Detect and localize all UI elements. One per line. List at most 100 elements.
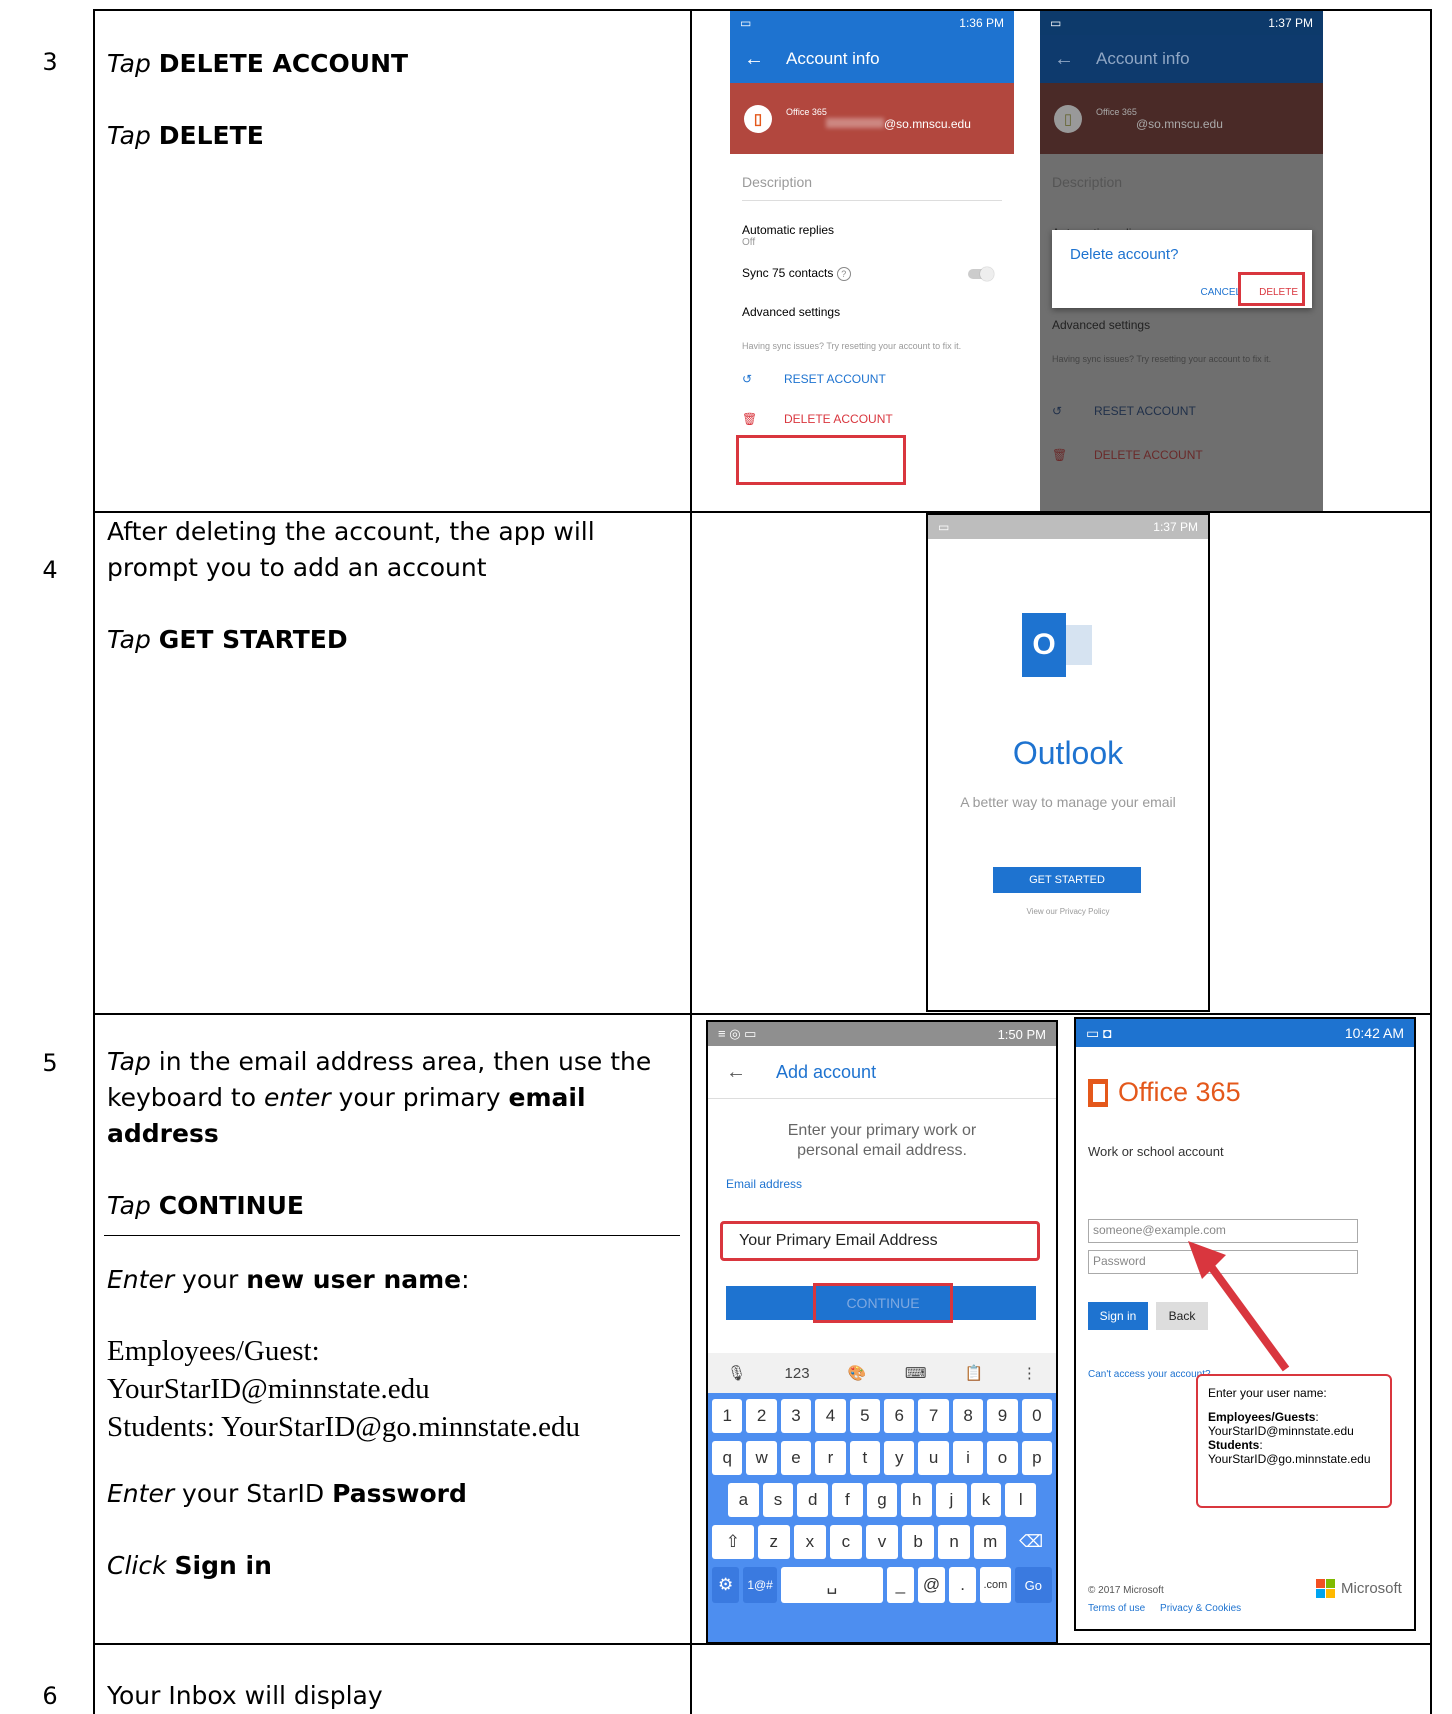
- key[interactable]: p: [1021, 1441, 1053, 1475]
- key[interactable]: 7: [918, 1399, 949, 1433]
- key[interactable]: d: [797, 1483, 829, 1517]
- get-started-button[interactable]: GET STARTED: [993, 867, 1141, 893]
- space-key[interactable]: ␣: [781, 1567, 883, 1603]
- reset-icon: ↺: [742, 372, 753, 386]
- backspace-icon[interactable]: ⌫: [1010, 1525, 1052, 1559]
- keyboard-toolbar: 🎙 123 🎨 ⌨ 📋 ⋮: [708, 1353, 1056, 1393]
- office-logo-icon: ▯: [1054, 104, 1082, 133]
- key[interactable]: g: [866, 1483, 898, 1517]
- key[interactable]: z: [757, 1525, 790, 1559]
- key[interactable]: 2: [746, 1399, 777, 1433]
- table-border-right: [1430, 9, 1432, 1714]
- key[interactable]: 0: [1021, 1399, 1053, 1433]
- palette-icon[interactable]: 🎨: [848, 1364, 867, 1382]
- step-5-credentials: Enter your new user name: Employees/Gues…: [107, 1262, 677, 1584]
- key[interactable]: b: [902, 1525, 935, 1559]
- back-arrow-icon[interactable]: ←: [1054, 48, 1074, 71]
- key[interactable]: v: [865, 1525, 899, 1559]
- key[interactable]: u: [918, 1441, 949, 1475]
- app-bar: ← Add account: [708, 1046, 1056, 1099]
- underscore-key[interactable]: _: [886, 1567, 914, 1603]
- key[interactable]: c: [829, 1525, 862, 1559]
- key[interactable]: w: [746, 1441, 777, 1475]
- delete-account-button: 🗑 DELETE ACCOUNT: [1052, 448, 1203, 462]
- settings-icon[interactable]: ⚙: [712, 1567, 740, 1603]
- go-key[interactable]: Go: [1014, 1567, 1052, 1603]
- trash-icon: 🗑: [1052, 448, 1068, 462]
- sync-toggle[interactable]: [968, 266, 994, 281]
- key[interactable]: f: [832, 1483, 863, 1517]
- instruction-line: Click Sign in: [107, 1551, 272, 1580]
- dotcom-key[interactable]: .com: [980, 1567, 1011, 1603]
- sync-issue-text: Having sync issues? Try resetting your a…: [1052, 354, 1272, 364]
- app-bar: ← Account info: [1040, 35, 1323, 83]
- shift-icon[interactable]: ⇧: [712, 1525, 754, 1559]
- back-arrow-icon[interactable]: ←: [726, 1061, 746, 1084]
- privacy-link[interactable]: Privacy & Cookies: [1160, 1603, 1241, 1614]
- column-divider: [690, 9, 692, 1714]
- help-icon[interactable]: ?: [836, 267, 851, 281]
- screen-title: Add account: [776, 1061, 877, 1082]
- key[interactable]: m: [974, 1525, 1007, 1559]
- key[interactable]: h: [901, 1483, 933, 1517]
- at-key[interactable]: @: [917, 1567, 946, 1603]
- key[interactable]: 3: [780, 1399, 812, 1433]
- numbers-key[interactable]: 123: [785, 1365, 810, 1382]
- key-row-1: q w e r t y u i o p: [708, 1433, 1056, 1475]
- key[interactable]: n: [938, 1525, 971, 1559]
- privacy-link[interactable]: View our Privacy Policy: [928, 907, 1208, 916]
- clipboard-icon[interactable]: 📋: [965, 1364, 984, 1382]
- continue-label: CONTINUE: [813, 1283, 953, 1323]
- key[interactable]: j: [936, 1483, 967, 1517]
- status-bar: ▭ 1:37 PM: [1040, 11, 1323, 35]
- key[interactable]: l: [1005, 1483, 1037, 1517]
- key[interactable]: s: [762, 1483, 794, 1517]
- instruction-line: Tap DELETE: [107, 121, 264, 150]
- account-email: @so.mnscu.edu: [1136, 116, 1223, 131]
- back-arrow-icon[interactable]: ←: [744, 48, 764, 71]
- more-icon[interactable]: ⋮: [1022, 1364, 1037, 1382]
- key[interactable]: q: [712, 1441, 743, 1475]
- key[interactable]: 9: [987, 1399, 1018, 1433]
- sync-contacts-row[interactable]: Sync 75 contacts ?: [742, 266, 1002, 281]
- key[interactable]: 8: [952, 1399, 984, 1433]
- highlight-box: [1238, 272, 1305, 306]
- delete-dialog: Delete account? CANCEL DELETE: [1052, 230, 1312, 308]
- key[interactable]: e: [780, 1441, 812, 1475]
- description-field[interactable]: Description: [742, 174, 1002, 201]
- trash-icon: 🗑: [742, 412, 758, 426]
- account-banner: ▯ Office 365 @so.mnscu.edu: [730, 83, 1014, 154]
- key[interactable]: t: [849, 1441, 881, 1475]
- automatic-replies[interactable]: Automatic replies Off: [742, 223, 1002, 248]
- status-time: 10:42 AM: [1344, 1025, 1404, 1041]
- reset-account-button[interactable]: ↺ RESET ACCOUNT: [742, 372, 1002, 386]
- step-number: 6: [42, 1682, 58, 1710]
- key[interactable]: i: [952, 1441, 984, 1475]
- key[interactable]: r: [815, 1441, 846, 1475]
- advanced-settings[interactable]: Advanced settings: [742, 305, 1002, 319]
- provider-label: Office 365: [786, 106, 827, 117]
- key[interactable]: k: [970, 1483, 1002, 1517]
- keyboard-icon[interactable]: ⌨: [905, 1364, 927, 1382]
- delete-account-button[interactable]: 🗑 DELETE ACCOUNT: [742, 412, 1002, 426]
- key[interactable]: x: [793, 1525, 826, 1559]
- key[interactable]: 1: [712, 1399, 743, 1433]
- key[interactable]: o: [987, 1441, 1018, 1475]
- notification-icon: ≡ ◎ ▭: [718, 1026, 757, 1041]
- screenshot-outlook-welcome: ▭ 1:37 PM O Outlook A better way to mana…: [926, 513, 1210, 1012]
- email-field[interactable]: Your Primary Email Address: [720, 1221, 1040, 1261]
- sign-in-button[interactable]: Sign in: [1088, 1302, 1148, 1330]
- key[interactable]: 4: [815, 1399, 846, 1433]
- microphone-icon[interactable]: 🎙: [727, 1364, 746, 1382]
- notification-icon: ▭: [938, 520, 950, 534]
- key[interactable]: 5: [849, 1399, 881, 1433]
- dot-key[interactable]: .: [949, 1567, 977, 1603]
- username-callout: Enter your user name: Employees/Guests: …: [1196, 1374, 1392, 1508]
- cancel-button[interactable]: CANCEL: [1201, 287, 1242, 298]
- key[interactable]: a: [728, 1483, 759, 1517]
- key[interactable]: y: [884, 1441, 915, 1475]
- key[interactable]: 6: [884, 1399, 915, 1433]
- symbols-key[interactable]: 1@#: [743, 1567, 778, 1603]
- account-email: @so.mnscu.edu: [826, 117, 971, 131]
- terms-link[interactable]: Terms of use: [1088, 1603, 1145, 1614]
